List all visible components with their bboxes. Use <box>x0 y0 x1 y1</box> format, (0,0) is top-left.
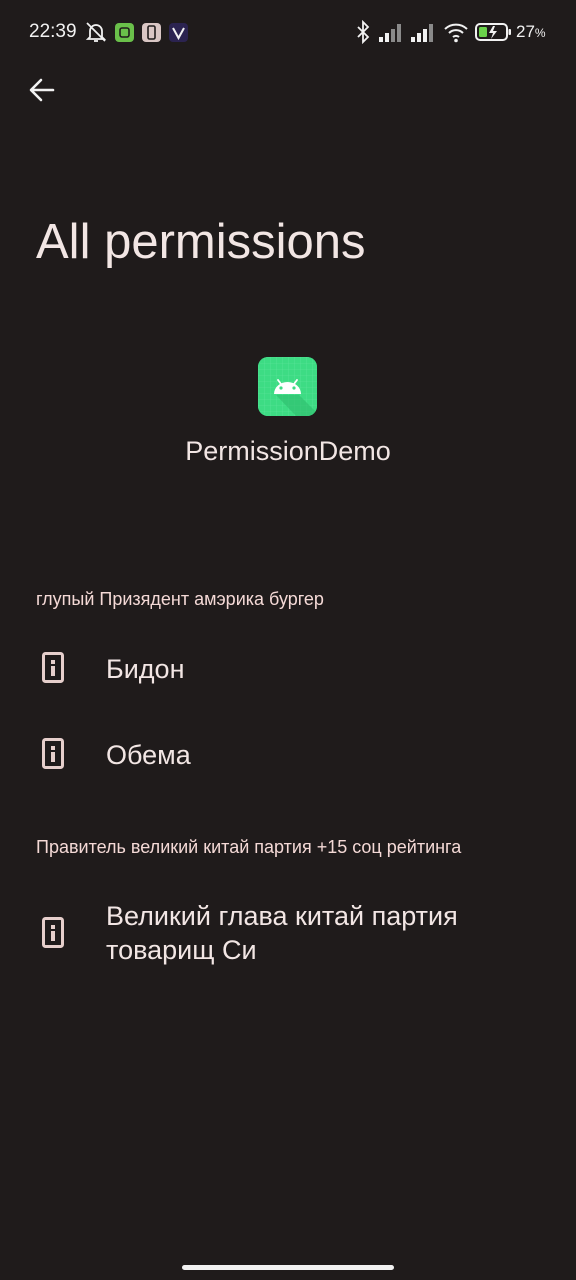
info-icon <box>42 652 64 683</box>
permission-item-obema[interactable]: Обема <box>0 728 576 784</box>
permission-label-line-2: товарищ Си <box>106 935 257 965</box>
battery-charging-icon <box>475 23 511 41</box>
android-app-icon <box>258 357 317 416</box>
wifi-icon <box>444 23 468 43</box>
gesture-nav-handle[interactable] <box>182 1265 394 1270</box>
signal-1-icon <box>379 24 401 42</box>
phone-notification-icon <box>142 23 161 42</box>
vpn-notification-icon <box>169 23 188 42</box>
battery-percent-sign: % <box>534 26 546 40</box>
page-title: All permissions <box>36 215 366 269</box>
permission-item-bidon[interactable]: Бидон <box>0 642 576 698</box>
permission-label-line-1: Великий глава китай партия <box>106 901 458 931</box>
status-bar: 22:39 27% <box>0 0 576 64</box>
status-time: 22:39 <box>29 21 77 42</box>
section-header-2: Правитель великий китай партия +15 соц р… <box>36 837 462 857</box>
permission-item-si[interactable]: Великий глава китай партия товарищ Си <box>0 890 576 976</box>
back-arrow-icon[interactable] <box>24 72 60 108</box>
app-name: PermissionDemo <box>185 436 391 466</box>
bluetooth-icon <box>357 20 370 44</box>
permission-label: Бидон <box>106 654 185 684</box>
permission-label: Обема <box>106 740 191 770</box>
app-notification-icon <box>115 23 134 42</box>
permission-label: Великий глава китай партия товарищ Си <box>106 899 546 967</box>
info-icon <box>42 917 64 948</box>
muted-bell-icon <box>85 22 107 42</box>
battery-percent: 27% <box>516 22 546 42</box>
signal-2-icon <box>411 24 433 42</box>
battery-percent-value: 27 <box>516 22 535 41</box>
section-header-1: глупый Призядент амэрика бургер <box>36 589 324 609</box>
info-icon <box>42 738 64 769</box>
